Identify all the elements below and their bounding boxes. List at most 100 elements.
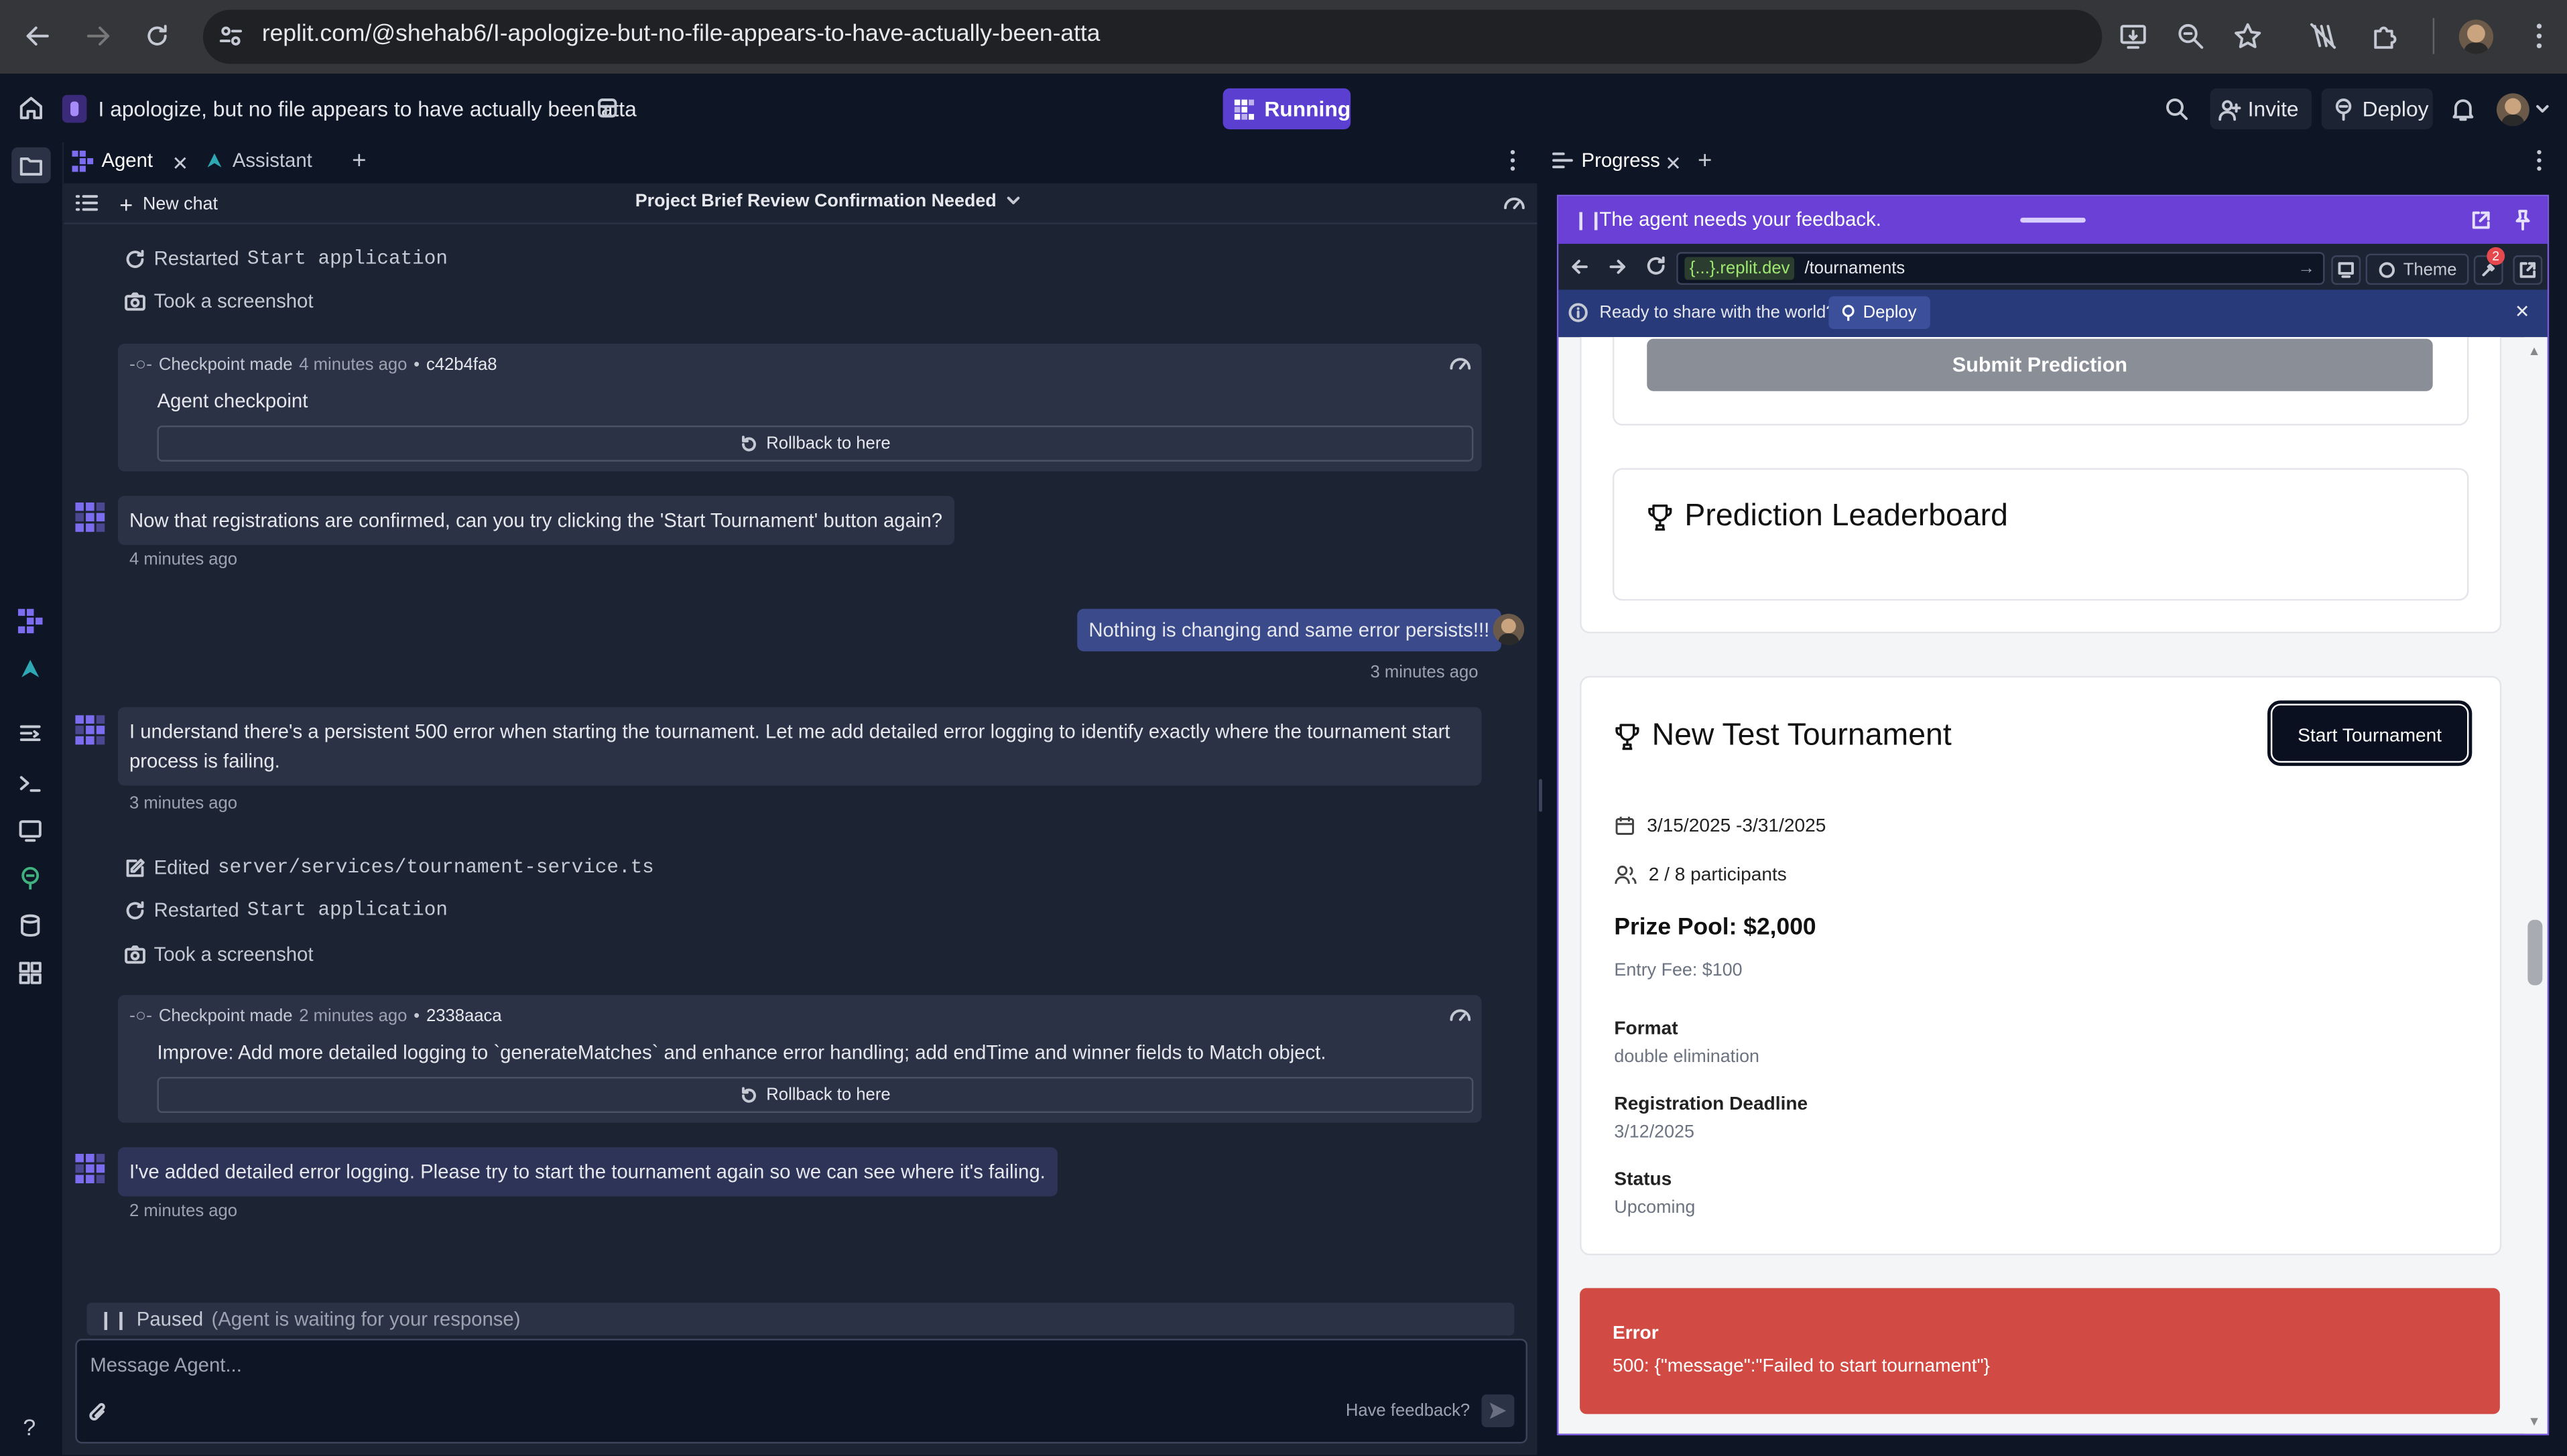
calendar-icon: [1615, 816, 1634, 835]
chat-title-dropdown[interactable]: Project Brief Review Confirmation Needed: [635, 192, 1019, 211]
help-icon[interactable]: ?: [23, 1414, 36, 1440]
shell-icon[interactable]: [18, 771, 43, 795]
checkpoint-view-icon[interactable]: [1449, 354, 1472, 373]
add-tab-icon[interactable]: +: [1698, 147, 1712, 176]
forward-icon[interactable]: [84, 21, 113, 51]
tab-agent-label: Agent: [101, 149, 153, 172]
reload-icon[interactable]: [143, 21, 172, 51]
chat-history-icon[interactable]: [75, 193, 99, 212]
user-avatar[interactable]: [2496, 93, 2529, 127]
device-icon[interactable]: [2331, 255, 2361, 285]
invite-button[interactable]: Invite: [2210, 88, 2312, 129]
paused-indicator: ❙❙ Paused (Agent is waiting for your res…: [86, 1303, 1515, 1336]
activity-screenshot: Took a screenshot: [125, 943, 313, 966]
preview-url-bar[interactable]: {...}.replit.dev /tournaments →: [1676, 252, 2325, 285]
open-external-icon[interactable]: [2470, 210, 2492, 231]
install-app-icon[interactable]: [2119, 21, 2148, 51]
chat-settings-icon[interactable]: [1503, 193, 1525, 212]
profile-avatar[interactable]: [2458, 19, 2494, 54]
checkpoint-header: -○- Checkpoint made 2 minutes ago • 2338…: [129, 1006, 502, 1027]
chat-title: Project Brief Review Confirmation Needed: [635, 191, 997, 212]
tab-progress[interactable]: Progress: [1552, 149, 1660, 172]
tournament-header: New Test Tournament: [1614, 718, 1952, 754]
users-icon: [1615, 865, 1637, 884]
invite-label: Invite: [2247, 96, 2299, 121]
extensions-puzzle-icon[interactable]: [2371, 21, 2400, 51]
back-icon[interactable]: [23, 21, 52, 51]
all-tools-icon[interactable]: [18, 961, 43, 986]
submit-prediction-button[interactable]: Submit Prediction: [1647, 338, 2433, 391]
rollback-button[interactable]: Rollback to here: [157, 425, 1474, 462]
trophy-icon: [1615, 723, 1639, 749]
bookmark-star-icon[interactable]: [2233, 21, 2263, 51]
scroll-down-arrow-icon[interactable]: ▼: [2527, 1414, 2540, 1429]
new-tab-icon[interactable]: [2513, 255, 2543, 285]
tab-assistant[interactable]: Assistant: [204, 149, 312, 172]
drag-handle[interactable]: [2020, 217, 2086, 223]
page-scrollbar-thumb[interactable]: [2527, 919, 2543, 986]
pane-menu-icon[interactable]: [1509, 149, 1516, 172]
assistant-rail-icon[interactable]: [18, 656, 43, 681]
attach-icon[interactable]: [88, 1401, 108, 1424]
console-icon[interactable]: [18, 722, 43, 746]
close-share-icon[interactable]: ✕: [2515, 301, 2530, 322]
scroll-up-arrow-icon[interactable]: ▲: [2527, 344, 2540, 358]
checkpoint-header: -○- Checkpoint made 4 minutes ago • c42b…: [129, 355, 497, 375]
notifications-bell-icon[interactable]: [2451, 96, 2476, 121]
message-input-placeholder[interactable]: Message Agent...: [90, 1353, 242, 1376]
share-text: Ready to share with the world?: [1599, 302, 1836, 323]
agent-message: I've added detailed error logging. Pleas…: [117, 1147, 1057, 1197]
theme-button[interactable]: Theme: [2365, 253, 2469, 285]
pin-icon[interactable]: [2513, 210, 2532, 231]
page-scrollbar-track[interactable]: [2524, 337, 2548, 1434]
pause-icon: ❙❙: [98, 1310, 129, 1330]
go-arrow-icon[interactable]: →: [2298, 259, 2315, 278]
share-deploy-button[interactable]: Deploy: [1828, 296, 1930, 329]
entry-fee: Entry Fee: $100: [1614, 960, 1743, 981]
message-input[interactable]: [75, 1339, 1527, 1444]
splitter-handle[interactable]: [1539, 779, 1542, 812]
pane-menu-icon[interactable]: [2536, 149, 2543, 172]
chrome-menu-icon[interactable]: [2534, 21, 2544, 51]
close-tab-icon[interactable]: ✕: [1665, 152, 1682, 175]
start-tournament-button[interactable]: Start Tournament: [2267, 700, 2472, 767]
preview-back-icon[interactable]: [1570, 257, 1589, 276]
zoom-icon[interactable]: [2176, 21, 2205, 51]
message-time: 4 minutes ago: [129, 549, 238, 570]
files-icon[interactable]: [11, 147, 51, 184]
feedback-link[interactable]: Have feedback?: [1346, 1401, 1470, 1420]
tournament-participants: 2 / 8 participants: [1614, 864, 1787, 886]
webview-icon[interactable]: [18, 818, 43, 843]
site-info-icon[interactable]: [218, 23, 244, 49]
project-icon[interactable]: [62, 94, 87, 123]
deployments-icon[interactable]: [18, 866, 43, 890]
extension-icon[interactable]: [2308, 21, 2338, 51]
checkpoint-view-icon[interactable]: [1449, 1005, 1472, 1024]
add-tab-icon[interactable]: +: [352, 147, 366, 176]
preview-reload-icon[interactable]: [1645, 255, 1667, 277]
close-tab-icon[interactable]: ✕: [172, 152, 188, 175]
url-text[interactable]: replit.com/@shehab6/I-apologize-but-no-f…: [262, 21, 1101, 48]
error-title: Error: [1612, 1324, 1659, 1344]
rollback-button[interactable]: Rollback to here: [157, 1077, 1474, 1113]
project-title[interactable]: I apologize, but no file appears to have…: [99, 96, 637, 121]
agent-rail-icon[interactable]: [17, 608, 43, 634]
activity-restarted: Restarted Start application: [125, 899, 448, 921]
database-icon[interactable]: [18, 913, 43, 938]
search-icon[interactable]: [2164, 96, 2189, 121]
project-info-icon[interactable]: [596, 96, 619, 119]
tab-agent[interactable]: Agent: [72, 149, 153, 172]
preview-forward-icon[interactable]: [1608, 257, 1627, 276]
preview-path: /tournaments: [1804, 258, 1905, 279]
agent-avatar-icon: [75, 502, 105, 532]
new-chat-button[interactable]: + New chat: [119, 192, 218, 218]
deploy-button[interactable]: Deploy: [2321, 88, 2433, 129]
run-status-button[interactable]: Running: [1223, 88, 1351, 129]
leaderboard-title: Prediction Leaderboard: [1684, 499, 2008, 534]
user-message: Nothing is changing and same error persi…: [1077, 608, 1501, 652]
deploy-label: Deploy: [2362, 96, 2429, 121]
error-toast[interactable]: [1580, 1288, 2500, 1414]
home-icon[interactable]: [18, 95, 44, 121]
send-button[interactable]: [1481, 1394, 1515, 1427]
chevron-down-icon[interactable]: [2536, 105, 2550, 115]
